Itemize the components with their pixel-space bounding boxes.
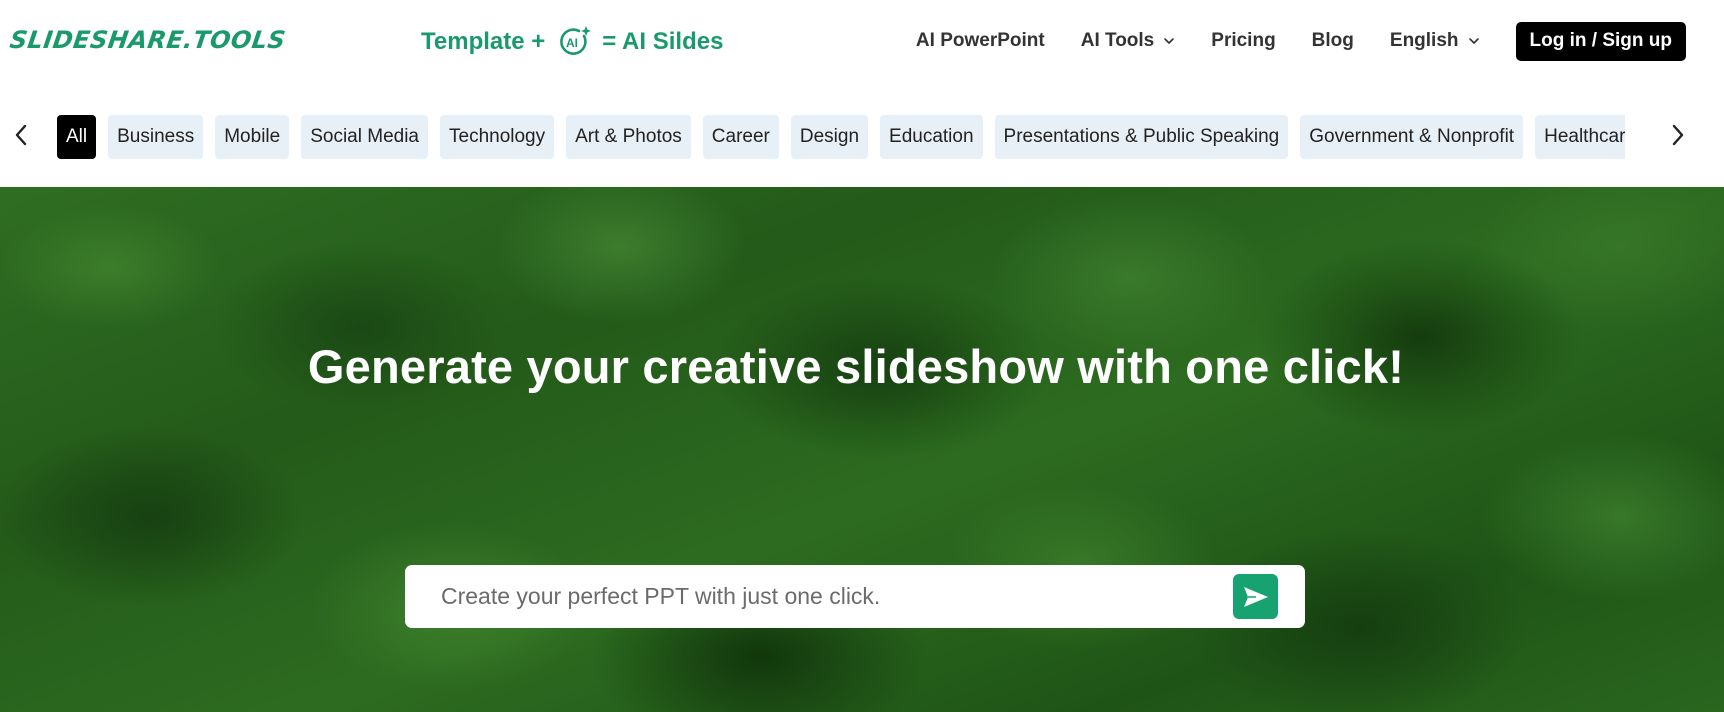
nav-pricing[interactable]: Pricing (1211, 30, 1275, 52)
send-icon (1243, 586, 1268, 607)
nav-blog[interactable]: Blog (1312, 30, 1354, 52)
category-chip[interactable]: Education (880, 115, 983, 159)
chevron-right-icon (1672, 124, 1684, 146)
nav-blog-label: Blog (1311, 30, 1354, 51)
language-label: English (1389, 30, 1459, 51)
hero-banner: Generate your creative slideshow with on… (0, 187, 1724, 712)
category-chip[interactable]: Art & Photos (566, 115, 691, 159)
site-logo[interactable]: SLIDESHARE.TOOLS (8, 26, 287, 54)
category-chip[interactable]: Presentations & Public Speaking (994, 115, 1289, 159)
nav-ai-powerpoint[interactable]: AI PowerPoint (916, 30, 1045, 52)
chevron-left-icon (15, 124, 27, 146)
main-nav: AI PowerPoint AI Tools Pricing Blog Engl… (880, 21, 1686, 61)
chevron-down-icon (1468, 38, 1479, 44)
category-chip[interactable]: Healthcare (1535, 115, 1625, 159)
prompt-search-box (405, 565, 1305, 628)
nav-ai-tools-dropdown[interactable]: AI Tools (1081, 30, 1176, 52)
ai-sparkle-icon: AI (560, 26, 592, 55)
login-signup-button[interactable]: Log in / Sign up (1515, 21, 1686, 61)
nav-ai-powerpoint-label: AI PowerPoint (915, 30, 1045, 51)
chevron-down-icon (1164, 38, 1175, 44)
site-header: SLIDESHARE.TOOLS Template + AI = AI Sild… (0, 0, 1724, 84)
category-chip[interactable]: Design (790, 115, 869, 159)
prompt-input[interactable] (405, 565, 1225, 628)
category-chip[interactable]: Career (702, 115, 779, 159)
tagline-prefix: Template + (421, 28, 546, 55)
send-button[interactable] (1233, 574, 1278, 619)
category-next-button[interactable] (1666, 121, 1690, 149)
category-chip-list: All Business Mobile Social Media Technology A… (57, 115, 1625, 159)
nav-ai-tools-label: AI Tools (1080, 30, 1155, 51)
category-prev-button[interactable] (9, 121, 33, 149)
ai-badge-label: AI (566, 36, 578, 50)
category-chip[interactable]: Social Media (301, 115, 428, 159)
category-chip[interactable]: Business (108, 115, 204, 159)
hero-title: Generate your creative slideshow with on… (307, 340, 1405, 393)
category-chip[interactable]: Government & Nonprofit (1300, 115, 1524, 159)
category-chip[interactable]: Mobile (215, 115, 290, 159)
category-chip[interactable]: All (57, 115, 97, 159)
language-selector[interactable]: English (1390, 30, 1480, 52)
nav-pricing-label: Pricing (1211, 30, 1276, 51)
category-bar: All Business Mobile Social Media Technology A… (0, 103, 1724, 171)
tagline-suffix: = AI Sildes (602, 28, 724, 55)
category-chip[interactable]: Technology (440, 115, 555, 159)
tagline: Template + AI = AI Sildes (421, 24, 723, 60)
